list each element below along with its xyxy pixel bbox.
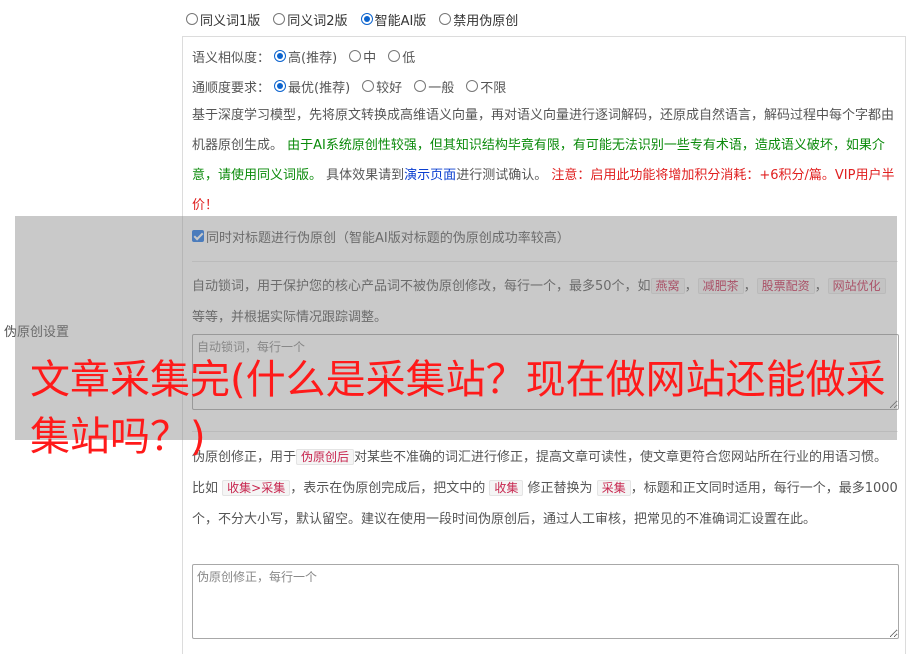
option-label: 最优(推荐) <box>288 80 351 96</box>
checkbox-checked-icon[interactable] <box>192 230 204 242</box>
lock-words-text: 自动锁词，用于保护您的核心产品词不被伪原创修改，每行一个，最多50个，如 <box>192 279 651 294</box>
demo-page-link[interactable]: 演示页面 <box>404 168 456 183</box>
option-label: 高(推荐) <box>288 50 338 66</box>
example-tag: 收集 <box>489 480 524 496</box>
radio-icon[interactable] <box>186 13 198 25</box>
example-tag: 网站优化 <box>827 278 886 294</box>
demo-prefix: 具体效果请到 <box>326 168 405 183</box>
option-label: 中 <box>363 50 377 66</box>
radio-icon[interactable] <box>439 13 452 25</box>
lock-words-suffix: 等等，并根据实际情况跟踪调整。 <box>192 310 388 325</box>
option-label: 较好 <box>376 80 403 96</box>
mode-option-disable[interactable]: 禁用伪原创 <box>439 10 518 29</box>
fluency-option-best[interactable]: 最优(推荐) <box>274 77 350 96</box>
radio-icon[interactable] <box>388 50 401 62</box>
option-label: 低 <box>402 50 416 66</box>
example-tag: 燕窝 <box>650 278 685 294</box>
example-tag: 采集 <box>596 480 631 496</box>
radio-icon[interactable] <box>349 50 362 62</box>
mode-option-label: 禁用伪原创 <box>453 13 519 29</box>
divider <box>192 261 898 262</box>
radio-selected-icon[interactable] <box>274 50 287 62</box>
example-tag: 收集>采集 <box>222 480 291 496</box>
radio-selected-icon[interactable] <box>274 80 287 92</box>
similarity-option-high[interactable]: 高(推荐) <box>274 47 337 66</box>
example-tag: 股票配资 <box>756 278 815 294</box>
mode-option-label: 同义词1版 <box>200 13 261 29</box>
mode-option-ai[interactable]: 智能AI版 <box>360 10 427 29</box>
mode-option-label: 智能AI版 <box>374 13 427 29</box>
similarity-row: 语义相似度： 高(推荐) 中 低 <box>192 47 427 66</box>
separator: ， <box>814 279 828 294</box>
correction-text: ，表示在伪原创完成后，把文中的 <box>290 481 486 496</box>
lock-words-description: 自动锁词，用于保护您的核心产品词不被伪原创修改，每行一个，最多50个，如 燕窝，减… <box>192 271 898 333</box>
pseudo-original-settings-label: 伪原创设置 <box>4 325 70 340</box>
similarity-label: 语义相似度： <box>192 50 271 66</box>
radio-icon[interactable] <box>273 13 286 25</box>
separator: ， <box>743 279 757 294</box>
overlay-headline: 文章采集完(什么是采集站？现在做网站还能做采集站吗？) <box>30 357 886 460</box>
radio-icon[interactable] <box>414 80 427 92</box>
mode-option-label: 同义词2版 <box>287 13 348 29</box>
correction-text: 修正替换为 <box>527 481 593 496</box>
mode-radio-group: 同义词1版 同义词2版 智能AI版 禁用伪原创 <box>186 10 531 29</box>
mode-option-synonym-2[interactable]: 同义词2版 <box>273 10 348 29</box>
option-label: 一般 <box>428 80 455 96</box>
separator: ， <box>684 279 698 294</box>
demo-suffix: 进行测试确认。 <box>456 168 548 183</box>
correction-textarea[interactable] <box>192 564 899 639</box>
radio-icon[interactable] <box>362 80 375 92</box>
fluency-option-unlimited[interactable]: 不限 <box>466 77 506 96</box>
fluency-row: 通顺度要求： 最优(推荐) 较好 一般 不限 <box>192 77 518 96</box>
fluency-label: 通顺度要求： <box>192 80 271 96</box>
radio-icon[interactable] <box>466 80 479 92</box>
ai-description: 基于深度学习模型，先将原文转换成高维语义向量，再对语义向量进行逐词解码，还原成自… <box>192 101 898 221</box>
radio-selected-icon[interactable] <box>360 13 373 25</box>
option-label: 不限 <box>480 80 507 96</box>
mode-option-synonym-1[interactable]: 同义词1版 <box>186 10 260 29</box>
similarity-option-medium[interactable]: 中 <box>349 47 376 66</box>
fluency-option-good[interactable]: 较好 <box>362 77 402 96</box>
fluency-option-normal[interactable]: 一般 <box>414 77 454 96</box>
title-pseudo-original-label: 同时对标题进行伪原创（智能AI版对标题的伪原创成功率较高） <box>206 230 570 246</box>
example-tag: 减肥茶 <box>697 278 744 294</box>
similarity-option-low[interactable]: 低 <box>388 47 415 66</box>
title-pseudo-original-option[interactable]: 同时对标题进行伪原创（智能AI版对标题的伪原创成功率较高） <box>192 227 570 246</box>
